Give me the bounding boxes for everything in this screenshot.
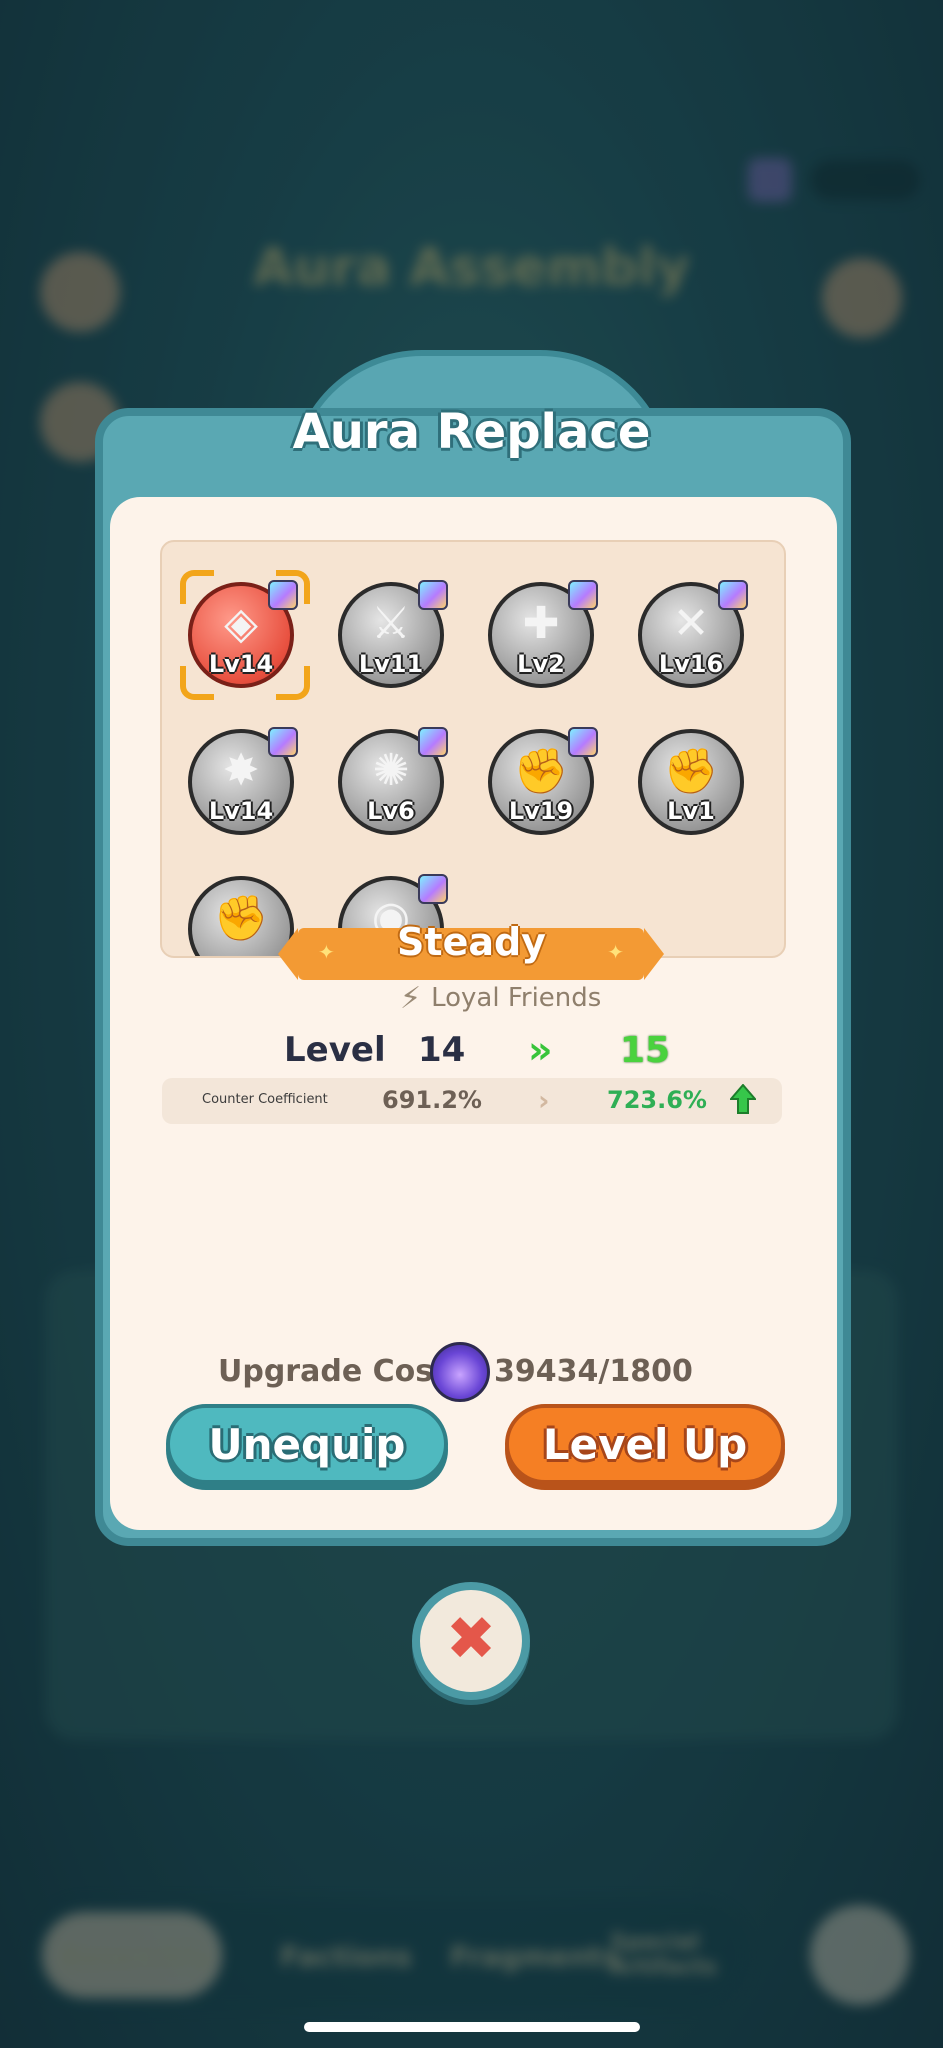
- unequip-button[interactable]: Unequip: [166, 1404, 448, 1484]
- rarity-gem-icon: [718, 580, 748, 610]
- stat-row: Counter Coefficient 691.2% › 723.6%: [162, 1078, 782, 1124]
- level-up-button[interactable]: Level Up: [505, 1404, 785, 1484]
- spirit-essence-icon: [430, 1342, 490, 1402]
- chevron-right-icon: ›: [538, 1084, 550, 1117]
- level-current: 14: [418, 1030, 466, 1070]
- home-indicator[interactable]: [304, 2022, 640, 2032]
- rarity-gem-icon: [568, 580, 598, 610]
- rarity-gem-icon: [418, 874, 448, 904]
- close-button[interactable]: ✖: [412, 1582, 530, 1700]
- stat-current: 691.2%: [382, 1086, 482, 1114]
- rarity-gem-icon: [568, 727, 598, 757]
- aura-level: Lv2: [517, 650, 565, 678]
- upgrade-cost-label: Upgrade Cost:: [218, 1354, 460, 1389]
- aura-level: Lv19: [508, 797, 574, 825]
- aura-level: Lv1: [667, 797, 715, 825]
- aura-slot[interactable]: ✕ Lv16: [638, 580, 748, 688]
- aura-level: Lv11: [358, 650, 424, 678]
- aura-slot[interactable]: ✚ Lv2: [488, 580, 598, 688]
- aura-name: Steady: [397, 920, 546, 964]
- upgrade-cost-value: 39434/1800: [494, 1354, 693, 1389]
- double-chevron-right-icon: »: [528, 1028, 552, 1072]
- level-label: Level: [284, 1030, 386, 1070]
- aura-level: Lv14: [208, 797, 274, 825]
- flex-arm-icon: ✊: [663, 746, 719, 797]
- level-row: Level 14 » 15: [0, 1028, 943, 1078]
- close-icon: ✖: [445, 1604, 497, 1674]
- rarity-gem-icon: [418, 580, 448, 610]
- rarity-gem-icon: [418, 727, 448, 757]
- upgrade-cost: Upgrade Cost: 39434/1800: [0, 1342, 943, 1402]
- aura-type-label: Loyal Friends: [431, 983, 602, 1013]
- arrow-up-icon: [730, 1084, 756, 1114]
- aura-slot[interactable]: ✸ Lv14: [188, 727, 298, 835]
- aura-slot[interactable]: ✊ Lv19: [488, 727, 598, 835]
- rarity-gem-icon: [268, 727, 298, 757]
- dialog-title: Aura Replace: [292, 404, 651, 460]
- aura-slot[interactable]: ✊ Lv1: [638, 729, 744, 835]
- level-next: 15: [620, 1030, 671, 1071]
- aura-level: Lv6: [367, 797, 415, 825]
- selection-frame: [180, 570, 310, 700]
- lightning-icon: ⚡: [400, 980, 422, 1016]
- aura-level: Lv16: [658, 650, 724, 678]
- aura-type: ⚡ Loyal Friends: [400, 978, 601, 1018]
- stat-name: Counter Coefficient: [202, 1092, 328, 1107]
- aura-slot[interactable]: ✺ Lv6: [338, 727, 448, 835]
- stat-next: 723.6%: [607, 1086, 707, 1114]
- aura-slot[interactable]: ⚔ Lv11: [338, 580, 448, 688]
